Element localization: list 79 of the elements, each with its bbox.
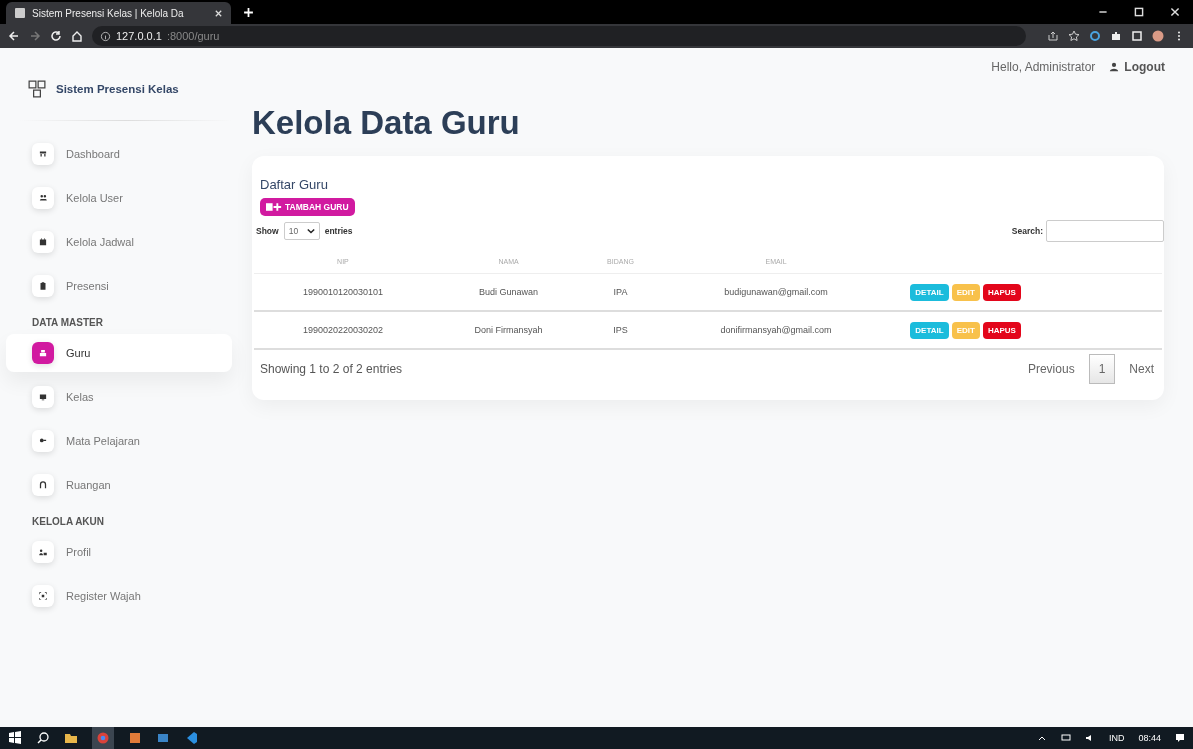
star-icon[interactable] <box>1068 30 1080 42</box>
browser-tab[interactable]: Sistem Presensi Kelas | Kelola Da <box>6 2 231 24</box>
table-cell: budigunawan@gmail.com <box>724 287 828 297</box>
puzzle-icon[interactable] <box>1110 30 1122 42</box>
close-icon[interactable] <box>214 8 223 18</box>
face-scan-icon <box>32 585 54 607</box>
section-heading: DATA MASTER <box>31 316 104 330</box>
monitor-icon <box>32 386 54 408</box>
delete-button[interactable]: HAPUS <box>982 283 1021 301</box>
show-label: Show <box>256 226 279 236</box>
table-cell: IPS <box>613 325 628 335</box>
table-cell: donifirmansyah@gmail.com <box>720 325 832 335</box>
clock[interactable]: 08:44 <box>1138 733 1161 743</box>
user-icon <box>1109 62 1120 72</box>
key-icon <box>32 430 54 452</box>
address-bar[interactable]: 127.0.0.1 :8000/guru <box>92 26 1026 46</box>
sidebar-item[interactable]: Ruangan <box>20 466 232 504</box>
close-icon[interactable] <box>1169 6 1181 18</box>
forward-icon[interactable] <box>29 30 41 42</box>
entries-label: entries <box>324 226 353 236</box>
sidebar-item[interactable]: Kelas <box>20 378 232 416</box>
table-cell: 1990010120030101 <box>302 287 383 297</box>
brand-name: Sistem Presensi Kelas <box>56 83 179 95</box>
table-info: Showing 1 to 2 of 2 entries <box>260 362 403 376</box>
chevron-icon <box>306 228 315 234</box>
calendar-icon <box>32 231 54 253</box>
chrome-icon[interactable] <box>92 727 114 749</box>
sidebar-item[interactable]: Profil <box>20 533 232 571</box>
back-icon[interactable] <box>8 30 20 42</box>
logout-link[interactable]: Logout <box>1109 60 1165 74</box>
reload-icon[interactable] <box>50 30 62 42</box>
home-icon[interactable] <box>71 30 83 42</box>
sidebar-item[interactable]: Register Wajah <box>20 577 232 615</box>
page-title: Kelola Data Guru <box>252 104 521 142</box>
search-label: Search: <box>1011 226 1043 236</box>
logo-icon <box>28 80 46 98</box>
delete-button[interactable]: HAPUS <box>982 321 1021 339</box>
sidebar-item[interactable]: Guru <box>6 334 232 372</box>
search-field[interactable] <box>1046 220 1164 242</box>
dashboard-icon <box>32 143 54 165</box>
add-user-icon <box>266 202 283 212</box>
language-indicator[interactable]: IND <box>1108 733 1125 743</box>
sidebar-item[interactable]: Mata Pelajaran <box>20 422 232 460</box>
next-link[interactable]: Next <box>1119 354 1164 384</box>
card-heading: Daftar Guru <box>260 177 328 192</box>
sidebar-icon[interactable] <box>1131 30 1143 42</box>
clipboard-icon <box>32 275 54 297</box>
start-icon[interactable] <box>8 731 22 745</box>
teacher-icon <box>32 342 54 364</box>
section-heading: KELOLA AKUN <box>31 515 106 529</box>
share-icon[interactable] <box>1047 30 1059 42</box>
table-cell: Doni Firmansyah <box>474 325 543 335</box>
arch-icon <box>32 474 54 496</box>
previous-link[interactable]: Previous <box>1017 354 1085 384</box>
table-cell: IPA <box>613 287 628 297</box>
app-icon[interactable] <box>128 731 142 745</box>
profile-icon <box>32 541 54 563</box>
info-icon <box>100 30 111 42</box>
extension-icon[interactable] <box>1089 30 1101 42</box>
entries-select[interactable]: 10 <box>283 222 320 240</box>
sidebar-item[interactable]: Kelola Jadwal <box>20 223 232 261</box>
search-icon[interactable] <box>36 731 50 745</box>
greeting: Hello, Administrator <box>991 60 1096 74</box>
table-cell: 1990020220030202 <box>302 325 383 335</box>
sidebar-item[interactable]: Presensi <box>20 267 232 305</box>
new-tab-icon[interactable] <box>243 7 254 18</box>
favicon-icon <box>14 7 26 19</box>
sidebar-item[interactable]: Kelola User <box>20 179 232 217</box>
network-icon <box>1060 733 1071 743</box>
window-icon[interactable] <box>156 731 170 745</box>
avatar-icon[interactable] <box>1152 30 1164 42</box>
page-button[interactable]: 1 <box>1088 354 1116 384</box>
folder-icon[interactable] <box>64 731 78 745</box>
add-teacher-button[interactable]: TAMBAH GURU <box>260 198 355 216</box>
sidebar-item[interactable]: Dashboard <box>20 135 232 173</box>
table-cell: Budi Gunawan <box>479 287 539 297</box>
restore-icon[interactable] <box>1133 6 1145 18</box>
users-icon <box>32 187 54 209</box>
notification-icon[interactable] <box>1175 733 1185 743</box>
